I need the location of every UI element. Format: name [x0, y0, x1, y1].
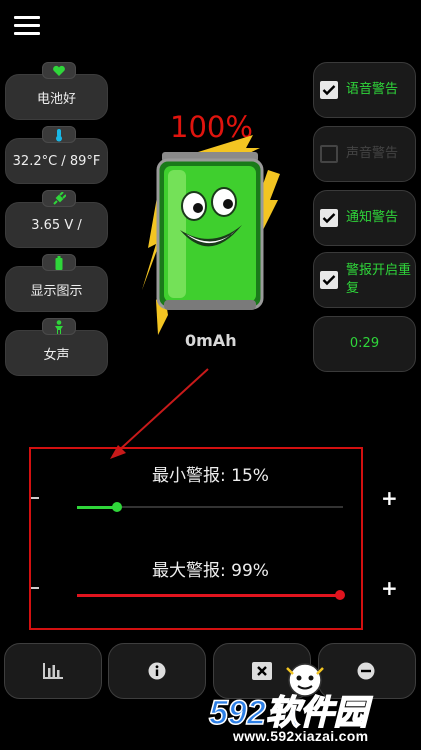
chart-icon — [43, 663, 63, 679]
thermometer-icon — [42, 126, 76, 143]
sound-alert-toggle[interactable]: 声音警告 — [313, 126, 416, 182]
max-alarm-fill — [77, 594, 341, 597]
battery-health-button[interactable]: 电池好 — [5, 74, 108, 120]
notify-alert-toggle[interactable]: 通知警告 — [313, 190, 416, 246]
voltage-button[interactable]: 3.65 V / — [5, 202, 108, 248]
check-icon — [320, 209, 338, 227]
min-alarm-decrease-button[interactable] — [31, 497, 39, 499]
min-alarm-increase-button[interactable]: + — [381, 488, 398, 508]
min-alarm-label: 最小警报: 15% — [152, 466, 269, 486]
check-icon — [320, 271, 338, 289]
check-icon — [320, 81, 338, 99]
plug-icon — [42, 190, 76, 207]
watermark-url: www.592xiazai.com — [233, 728, 369, 744]
menu-icon[interactable] — [14, 16, 40, 36]
person-icon — [42, 318, 76, 335]
battery-health-label: 电池好 — [36, 91, 76, 107]
close-icon — [252, 662, 272, 680]
timer-label: 0:29 — [349, 336, 380, 351]
sound-alert-label: 声音警告 — [346, 146, 399, 161]
info-button[interactable] — [108, 643, 206, 699]
minus-circle-icon — [357, 662, 375, 680]
max-alarm-label: 最大警报: 99% — [152, 561, 269, 581]
voice-alert-toggle[interactable]: 语音警告 — [313, 62, 416, 118]
stats-button[interactable] — [4, 643, 102, 699]
heart-icon — [42, 62, 76, 79]
temperature-label: 32.2°C / 89°F — [12, 153, 101, 169]
voltage-label: 3.65 V / — [31, 217, 82, 233]
mascot-icon — [286, 663, 324, 697]
min-alarm-slider[interactable] — [77, 502, 343, 512]
min-alarm-fill — [77, 506, 117, 509]
notify-alert-label: 通知警告 — [346, 210, 399, 225]
show-icon-label: 显示图示 — [30, 283, 83, 299]
battery-graphic — [142, 135, 280, 335]
temperature-button[interactable]: 32.2°C / 89°F — [5, 138, 108, 184]
alarm-repeat-label: 警报开启重复 — [346, 263, 412, 296]
max-alarm-increase-button[interactable]: + — [381, 578, 398, 598]
voice-gender-button[interactable]: 女声 — [5, 330, 108, 376]
min-alarm-thumb[interactable] — [111, 502, 122, 512]
battery-capacity: 0mAh — [185, 331, 237, 350]
info-icon — [148, 662, 166, 680]
alarm-repeat-toggle[interactable]: 警报开启重复 — [313, 252, 416, 308]
max-alarm-decrease-button[interactable] — [31, 587, 39, 589]
voice-alert-label: 语音警告 — [346, 82, 399, 97]
show-icon-button[interactable]: 显示图示 — [5, 266, 108, 312]
max-alarm-slider[interactable] — [77, 590, 346, 600]
timer-button[interactable]: 0:29 — [313, 316, 416, 372]
watermark: 592软件园 www.592xiazai.com — [205, 663, 421, 750]
voice-gender-label: 女声 — [43, 347, 70, 363]
unchecked-box-icon — [320, 145, 338, 163]
battery-small-icon — [42, 254, 76, 271]
